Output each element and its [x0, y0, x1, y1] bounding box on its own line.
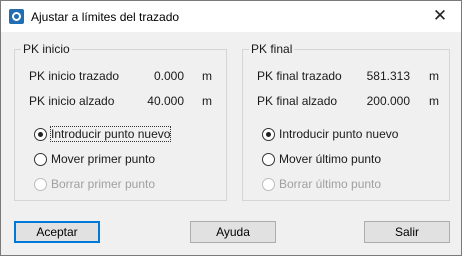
- radio-borrar-ultimo-punto: Borrar último punto: [262, 176, 381, 192]
- radio-label: Borrar primer punto: [51, 177, 156, 191]
- pk-final-alzado-label: PK final alzado: [257, 94, 338, 108]
- pk-inicio-trazado-unit: m: [202, 69, 212, 83]
- radio-button[interactable]: [34, 152, 47, 166]
- radio-button-selected[interactable]: [262, 127, 275, 141]
- app-icon: [9, 9, 24, 24]
- pk-inicio-alzado-value: 40.000: [147, 94, 184, 108]
- title-bar: Ajustar a límites del trazado ✕: [1, 1, 461, 32]
- pk-final-alzado-unit: m: [429, 94, 439, 108]
- pk-final-trazado-value: 581.313: [366, 69, 410, 83]
- accept-button[interactable]: Aceptar: [14, 221, 100, 243]
- pk-inicio-alzado-unit: m: [202, 94, 212, 108]
- close-icon[interactable]: ✕: [431, 7, 449, 25]
- radio-button[interactable]: [262, 152, 275, 166]
- radio-mover-ultimo-punto[interactable]: Mover último punto: [262, 151, 381, 167]
- radio-button-disabled: [262, 177, 275, 191]
- radio-label: Borrar último punto: [279, 177, 382, 191]
- radio-borrar-primer-punto: Borrar primer punto: [34, 176, 155, 192]
- radio-button-selected[interactable]: [34, 127, 47, 141]
- pk-final-trazado-label: PK final trazado: [257, 69, 342, 83]
- dialog-window: Ajustar a límites del trazado ✕ PK inici…: [0, 0, 462, 256]
- radio-introducir-punto-nuevo-final[interactable]: Introducir punto nuevo: [262, 126, 398, 142]
- window-title: Ajustar a límites del trazado: [31, 10, 180, 24]
- radio-label: Mover primer punto: [51, 152, 156, 166]
- group-label-pk-final: PK final: [249, 42, 295, 56]
- pk-inicio-alzado-label: PK inicio alzado: [29, 94, 115, 108]
- radio-mover-primer-punto[interactable]: Mover primer punto: [34, 151, 155, 167]
- pk-inicio-trazado-value: 0.000: [153, 69, 184, 83]
- pk-inicio-trazado-label: PK inicio trazado: [29, 69, 120, 83]
- radio-introducir-punto-nuevo-inicio[interactable]: Introducir punto nuevo: [34, 126, 172, 142]
- pk-final-alzado-value: 200.000: [366, 94, 410, 108]
- pk-final-trazado-unit: m: [429, 69, 439, 83]
- radio-label: Introducir punto nuevo: [279, 127, 399, 141]
- radio-label: Introducir punto nuevo: [49, 126, 172, 142]
- help-button[interactable]: Ayuda: [190, 221, 276, 243]
- exit-button[interactable]: Salir: [364, 221, 450, 243]
- radio-label: Mover último punto: [279, 152, 382, 166]
- radio-button-disabled: [34, 177, 47, 191]
- group-label-pk-inicio: PK inicio: [21, 42, 72, 56]
